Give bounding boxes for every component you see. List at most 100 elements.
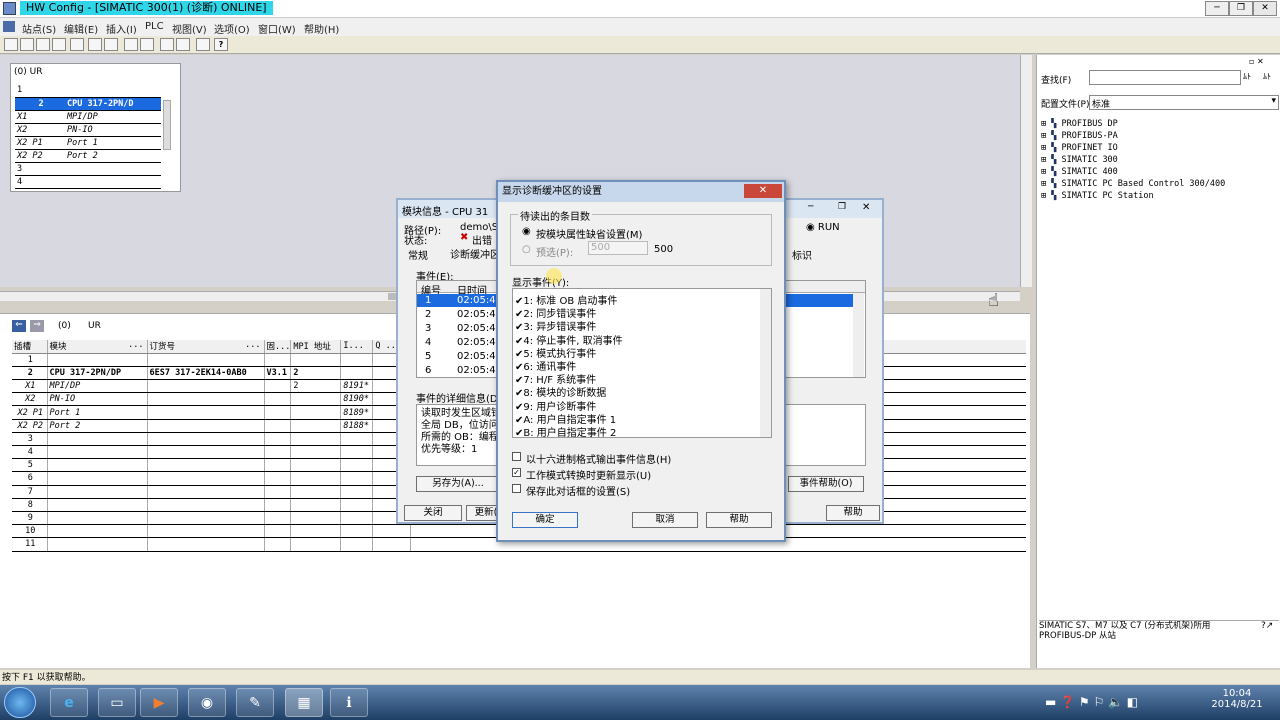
module-info-task-icon[interactable]: ℹ — [330, 688, 368, 717]
maximize-button[interactable]: ❐ — [1229, 1, 1253, 16]
table-cell[interactable] — [147, 432, 265, 447]
table-cell[interactable]: V3.1 — [264, 366, 292, 381]
table-cell[interactable] — [264, 485, 292, 499]
ie-icon[interactable]: e — [50, 688, 88, 717]
hwconfig-icon[interactable]: ▦ — [285, 688, 323, 717]
table-cell[interactable] — [264, 379, 292, 394]
catalog-tree-item[interactable]: ⊞ ▚ SIMATIC PC Station — [1041, 190, 1225, 202]
table-cell[interactable] — [340, 458, 374, 473]
table-cell[interactable] — [340, 485, 374, 499]
refresh-checkbox[interactable]: ✓ — [512, 468, 521, 477]
tab-diagnostic-buffer[interactable]: 诊断缓冲区 — [450, 246, 500, 261]
table-cell[interactable] — [147, 511, 265, 526]
minimize-button[interactable]: ─ — [1205, 1, 1229, 16]
table-cell[interactable]: Port 2 — [47, 419, 148, 433]
events-scrollbar[interactable] — [853, 293, 864, 377]
table-cell[interactable] — [290, 471, 342, 486]
save-as-button[interactable]: 另存为(A)... — [416, 476, 500, 492]
table-cell[interactable]: 6ES7 317-2EK14-0AB0 — [147, 366, 265, 381]
events-filter-list[interactable]: ✔1: 标准 OB 启动事件 ✔2: 同步错误事件 ✔3: 异步错误事件 ✔4: 停止… — [512, 288, 772, 439]
event-filter-item[interactable]: ✔6: 通讯事件 — [515, 358, 576, 373]
table-cell[interactable] — [147, 405, 265, 420]
step7-icon[interactable]: ✎ — [236, 688, 274, 717]
table-cell[interactable] — [47, 353, 148, 367]
ok-button[interactable]: 确定 — [512, 512, 578, 528]
event-filter-item[interactable]: ✔9: 用户诊断事件 — [515, 398, 596, 413]
table-cell[interactable] — [290, 458, 342, 473]
rack-row[interactable]: 4 — [15, 175, 161, 189]
table-cell[interactable] — [147, 524, 265, 539]
table-cell[interactable]: Port 1 — [47, 405, 148, 420]
event-help-button[interactable]: 事件帮助(O) — [788, 476, 864, 492]
rack-row[interactable]: X2 P2 Port 2 — [15, 149, 161, 163]
table-cell[interactable] — [47, 471, 148, 486]
menu-window[interactable]: 窗口(W) — [258, 21, 296, 36]
col-firmware[interactable]: 固... — [264, 340, 292, 354]
close-button[interactable]: ✕ — [1253, 1, 1277, 16]
table-cell[interactable]: X2 P2 — [12, 419, 48, 433]
table-cell[interactable] — [47, 524, 148, 539]
table-cell[interactable]: MPI/DP — [47, 379, 148, 394]
event-filter-item[interactable]: ✔3: 异步错误事件 — [515, 318, 596, 333]
table-cell[interactable]: 3 — [12, 432, 48, 447]
table-cell[interactable] — [290, 432, 342, 447]
col-order[interactable]: 订货号 ... — [147, 340, 265, 354]
help-button[interactable]: 帮助 — [826, 505, 880, 521]
table-cell[interactable]: 2 — [290, 366, 342, 381]
table-cell[interactable] — [47, 498, 148, 512]
table-cell[interactable] — [340, 432, 374, 447]
table-cell[interactable]: 8189* — [340, 405, 374, 420]
rack-row[interactable]: 3 — [15, 162, 161, 176]
col-module[interactable]: 模块 ... — [47, 340, 148, 354]
table-cell[interactable]: PN-IO — [47, 392, 148, 407]
table-cell[interactable]: 4 — [12, 445, 48, 460]
event-filter-item[interactable]: ✔8: 模块的诊断数据 — [515, 384, 606, 399]
table-cell[interactable] — [290, 498, 342, 512]
table-cell[interactable] — [340, 537, 374, 552]
catalog-tree-item[interactable]: ⊞ ▚ SIMATIC PC Based Control 300/400 — [1041, 178, 1225, 190]
media-player-icon[interactable]: ▶ — [140, 688, 178, 717]
rack-row[interactable]: 1 — [15, 84, 161, 98]
dialog-close-icon[interactable]: ✕ — [744, 184, 782, 198]
table-cell[interactable] — [147, 379, 265, 394]
hscroll-thumb[interactable] — [388, 293, 396, 300]
table-cell[interactable] — [264, 432, 292, 447]
col-slot[interactable]: 插槽 — [12, 340, 48, 354]
table-cell[interactable] — [147, 471, 265, 486]
copy-icon[interactable] — [88, 38, 102, 51]
radio-preset[interactable]: ○ — [522, 244, 531, 255]
event-filter-item[interactable]: ✔7: H/F 系统事件 — [515, 371, 596, 386]
forward-arrow-icon[interactable]: ⇒ — [30, 320, 44, 332]
menu-plc[interactable]: PLC — [145, 21, 164, 32]
catalog-tree-item[interactable]: ⊞ ▚ PROFINET IO — [1041, 142, 1225, 154]
table-cell[interactable] — [264, 445, 292, 460]
find-prev-button[interactable]: ﾑﾄ — [1263, 71, 1279, 85]
table-cell[interactable]: 8188* — [340, 419, 374, 433]
table-cell[interactable] — [147, 353, 265, 367]
clock[interactable]: 10:04 2014/8/21 — [1205, 688, 1269, 710]
catalog-tree-item[interactable]: ⊞ ▚ PROFIBUS-PA — [1041, 130, 1225, 142]
table-cell[interactable]: 7 — [12, 485, 48, 499]
menu-view[interactable]: 视图(V) — [172, 21, 207, 36]
table-cell[interactable] — [290, 353, 342, 367]
table-cell[interactable] — [147, 392, 265, 407]
menu-help[interactable]: 帮助(H) — [304, 21, 339, 36]
event-filter-item[interactable]: ✔5: 模式执行事件 — [515, 345, 596, 360]
event-filter-item[interactable]: ✔A: 用户自指定事件 1 — [515, 411, 616, 426]
table-cell[interactable] — [264, 405, 292, 420]
rack-row[interactable]: X2 P1 Port 1 — [15, 136, 161, 150]
table-cell[interactable] — [147, 485, 265, 499]
help-icon[interactable]: ?↗ — [1261, 621, 1273, 631]
table-cell[interactable]: X1 — [12, 379, 48, 394]
profile-select[interactable]: 标准 ▾ — [1089, 95, 1279, 110]
find-next-button[interactable]: ﾑﾄ — [1243, 71, 1261, 85]
table-cell[interactable] — [290, 524, 342, 539]
module-info-close[interactable]: ✕ — [862, 202, 870, 213]
rack-row[interactable]: 2 CPU 317-2PN/D — [15, 97, 161, 111]
rack-row[interactable]: X2 PN-IO — [15, 123, 161, 137]
open-icon[interactable] — [20, 38, 34, 51]
table-cell[interactable]: CPU 317-2PN/DP — [47, 366, 148, 381]
table-cell[interactable] — [47, 485, 148, 499]
table-cell[interactable]: X2 P1 — [12, 405, 48, 420]
folder-icon[interactable]: ▭ — [98, 688, 136, 717]
